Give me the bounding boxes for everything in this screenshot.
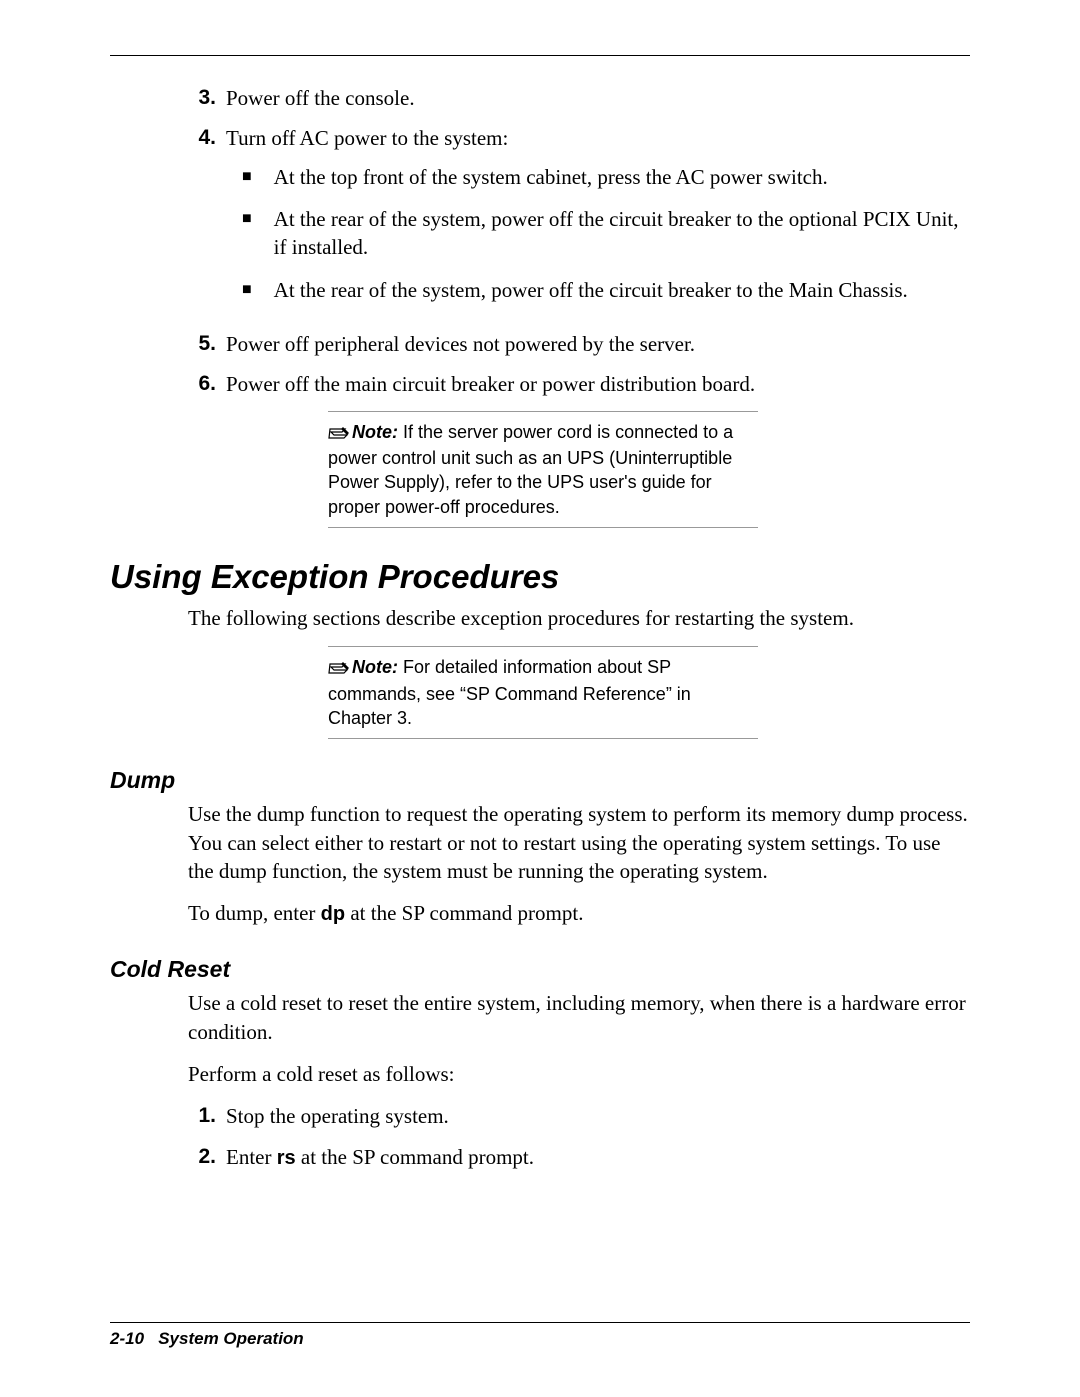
note-label: Note:: [352, 657, 398, 677]
bullet-item: ■ At the rear of the system, power off t…: [226, 205, 970, 262]
footer-rule: [110, 1322, 970, 1323]
step-3: 3. Power off the console.: [188, 84, 970, 112]
cold-step-2: 2. Enter rs at the SP command prompt.: [188, 1143, 970, 1172]
step-text: Power off the console.: [226, 84, 970, 112]
bullet-item: ■ At the rear of the system, power off t…: [226, 276, 970, 304]
cold-step-1: 1. Stop the operating system.: [188, 1102, 970, 1130]
text: Enter: [226, 1145, 277, 1169]
page: 3. Power off the console. 4. Turn off AC…: [0, 0, 1080, 1397]
note-label: Note:: [352, 422, 398, 442]
page-number: 2-10: [110, 1329, 144, 1348]
step-number: 4.: [188, 124, 216, 318]
bullet-text: At the top front of the system cabinet, …: [274, 163, 970, 191]
cold-steps: 1. Stop the operating system. 2. Enter r…: [110, 1102, 970, 1171]
bullet-item: ■ At the top front of the system cabinet…: [226, 163, 970, 191]
sub-bullets: ■ At the top front of the system cabinet…: [226, 163, 970, 304]
top-rule: [110, 55, 970, 56]
chapter-title: System Operation: [158, 1329, 304, 1348]
command-dp: dp: [321, 903, 345, 925]
step-text: Enter rs at the SP command prompt.: [226, 1143, 970, 1172]
square-bullet-icon: ■: [242, 205, 252, 262]
text: To dump, enter: [188, 901, 321, 925]
main-content: 3. Power off the console. 4. Turn off AC…: [110, 84, 970, 528]
note-pencil-icon: [328, 657, 350, 681]
note-box: Note: If the server power cord is connec…: [328, 411, 758, 528]
dump-paragraph-1: Use the dump function to request the ope…: [188, 800, 970, 885]
note2-wrapper: Note: For detailed information about SP …: [110, 646, 970, 739]
bullet-text: At the rear of the system, power off the…: [274, 205, 970, 262]
ordered-steps: 3. Power off the console. 4. Turn off AC…: [188, 84, 970, 399]
step-text: Stop the operating system.: [226, 1102, 970, 1130]
note-pencil-icon: [328, 422, 350, 446]
section-intro: The following sections describe exceptio…: [188, 604, 970, 632]
step-number: 1.: [188, 1102, 216, 1130]
command-rs: rs: [277, 1147, 296, 1169]
step-6: 6. Power off the main circuit breaker or…: [188, 370, 970, 398]
text: at the SP command prompt.: [296, 1145, 534, 1169]
step-intro: Turn off AC power to the system:: [226, 126, 508, 150]
subsection-heading-cold-reset: Cold Reset: [110, 956, 970, 983]
step-text: Turn off AC power to the system: ■ At th…: [226, 124, 970, 318]
bullet-text: At the rear of the system, power off the…: [274, 276, 970, 304]
text: at the SP command prompt.: [345, 901, 583, 925]
step-number: 3.: [188, 84, 216, 112]
section-heading: Using Exception Procedures: [110, 558, 970, 596]
step-text: Power off the main circuit breaker or po…: [226, 370, 970, 398]
cold-paragraph-1: Use a cold reset to reset the entire sys…: [188, 989, 970, 1046]
step-text: Power off peripheral devices not powered…: [226, 330, 970, 358]
step-4: 4. Turn off AC power to the system: ■ At…: [188, 124, 970, 318]
subsection-heading-dump: Dump: [110, 767, 970, 794]
ordered-steps: 1. Stop the operating system. 2. Enter r…: [188, 1102, 970, 1171]
cold-paragraph-2: Perform a cold reset as follows:: [188, 1060, 970, 1088]
square-bullet-icon: ■: [242, 276, 252, 304]
step-number: 2.: [188, 1143, 216, 1172]
footer-text: 2-10 System Operation: [110, 1329, 970, 1349]
page-footer: 2-10 System Operation: [110, 1322, 970, 1349]
step-number: 5.: [188, 330, 216, 358]
square-bullet-icon: ■: [242, 163, 252, 191]
step-number: 6.: [188, 370, 216, 398]
dump-paragraph-2: To dump, enter dp at the SP command prom…: [188, 899, 970, 928]
step-5: 5. Power off peripheral devices not powe…: [188, 330, 970, 358]
note-box: Note: For detailed information about SP …: [328, 646, 758, 739]
